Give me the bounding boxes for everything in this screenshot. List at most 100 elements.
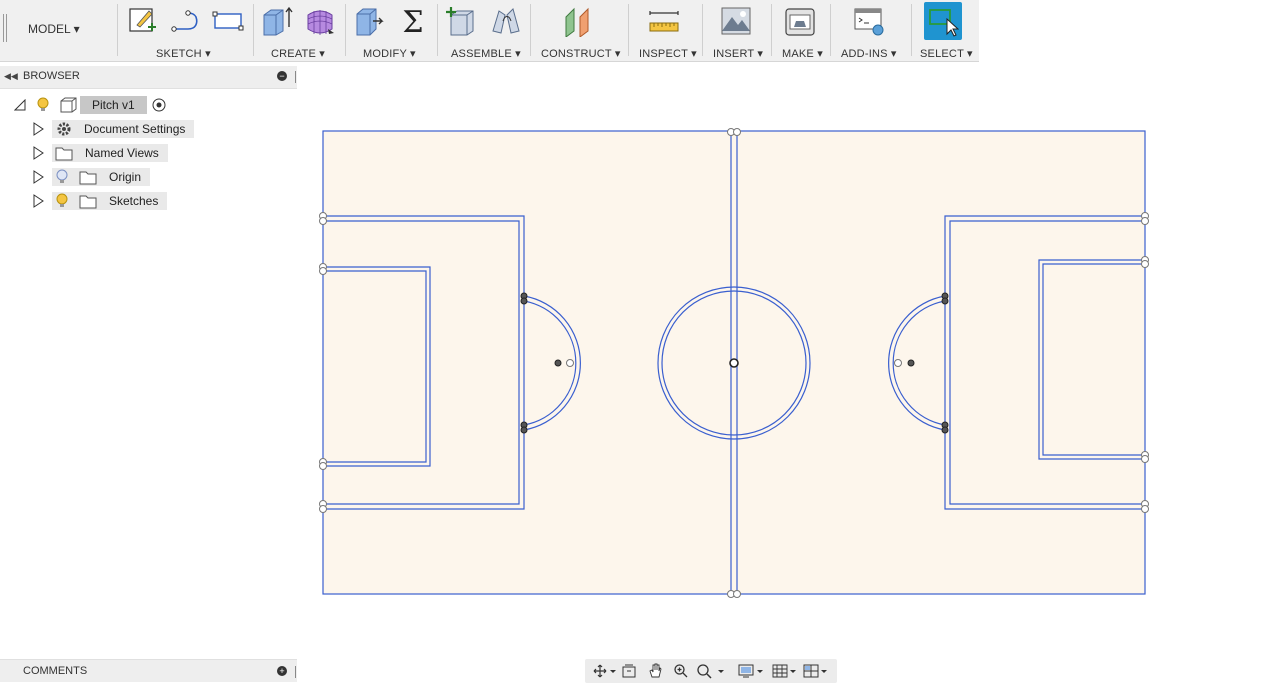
- new-component-tool[interactable]: [445, 4, 477, 38]
- rectangle-tool[interactable]: [212, 4, 244, 38]
- viewports-icon: [803, 664, 827, 678]
- sketch-point[interactable]: [894, 359, 902, 367]
- press-pull-tool[interactable]: [352, 4, 384, 38]
- extrude-icon: [263, 6, 293, 36]
- 3d-print-tool[interactable]: [784, 4, 816, 38]
- create-menu[interactable]: CREATE ▾: [271, 47, 325, 60]
- display-settings-icon: [738, 664, 763, 678]
- visibility-bulb-icon[interactable]: [55, 193, 69, 209]
- inspect-menu[interactable]: INSPECT ▾: [639, 47, 697, 60]
- create-sketch-icon: [129, 8, 156, 32]
- add-comment-button[interactable]: +: [277, 666, 287, 676]
- assemble-menu[interactable]: ASSEMBLE ▾: [451, 47, 521, 60]
- sketch-point-fixed[interactable]: [520, 297, 528, 305]
- display-settings-button[interactable]: [737, 662, 767, 680]
- sketch-point[interactable]: [319, 267, 327, 275]
- sketch-point[interactable]: [319, 217, 327, 225]
- form-tool[interactable]: [304, 4, 336, 38]
- zoom-button[interactable]: [671, 662, 691, 680]
- measure-icon: [649, 11, 679, 32]
- browser-item-named-views[interactable]: Named Views: [32, 143, 168, 163]
- browser-panel: ◀◀ BROWSER −: [0, 66, 297, 89]
- orbit-icon: [593, 664, 616, 678]
- toolbar-grip[interactable]: [3, 14, 4, 42]
- browser-item-sketches[interactable]: Sketches: [32, 191, 168, 211]
- sketch-point-fixed[interactable]: [907, 359, 915, 367]
- modify-sigma-tool[interactable]: Σ: [397, 4, 429, 38]
- measure-tool[interactable]: [648, 4, 680, 38]
- expand-triangle-icon[interactable]: [32, 194, 44, 208]
- browser-item-label[interactable]: Sketches: [97, 192, 168, 210]
- sketch-point[interactable]: [319, 505, 327, 513]
- joint-tool[interactable]: [489, 4, 521, 38]
- sketch-point[interactable]: [319, 462, 327, 470]
- create-sketch-tool[interactable]: [127, 4, 159, 38]
- browser-item-label[interactable]: Document Settings: [72, 120, 195, 138]
- joint-icon: [492, 8, 520, 34]
- browser-item-origin[interactable]: Origin: [32, 167, 151, 187]
- offset-plane-tool[interactable]: [562, 4, 594, 38]
- browser-item-label[interactable]: Origin: [97, 168, 151, 186]
- visibility-bulb-off-icon[interactable]: [55, 169, 69, 185]
- zoom-window-icon: [697, 664, 724, 679]
- pan-button[interactable]: [645, 662, 665, 680]
- sketch-point[interactable]: [733, 590, 741, 598]
- sketch-canvas[interactable]: [300, 100, 1170, 620]
- sketch-point-fixed[interactable]: [941, 426, 949, 434]
- modify-menu[interactable]: MODIFY ▾: [363, 47, 416, 60]
- select-tool[interactable]: [924, 2, 962, 40]
- divider: [117, 4, 118, 56]
- expand-triangle-icon[interactable]: [32, 170, 44, 184]
- addins-menu[interactable]: ADD-INS ▾: [841, 47, 897, 60]
- workspace-switcher[interactable]: MODEL ▾: [28, 22, 80, 40]
- zoom-window-button[interactable]: [695, 662, 727, 680]
- new-component-icon: [446, 7, 474, 36]
- 3d-print-icon: [785, 8, 815, 36]
- component-icon: [60, 97, 77, 113]
- sketch-point-fixed[interactable]: [554, 359, 562, 367]
- visibility-bulb-icon[interactable]: [36, 97, 50, 113]
- sketch-point-fixed[interactable]: [941, 297, 949, 305]
- scripts-tool[interactable]: [853, 4, 885, 38]
- browser-root-row[interactable]: Pitch v1: [14, 95, 167, 115]
- insert-menu[interactable]: INSERT ▾: [713, 47, 763, 60]
- minimize-browser-button[interactable]: −: [277, 71, 287, 81]
- extrude-tool[interactable]: [261, 4, 293, 38]
- expand-triangle-icon[interactable]: [32, 122, 44, 136]
- look-at-button[interactable]: [619, 662, 639, 680]
- sigma-icon: Σ: [402, 5, 423, 37]
- offset-plane-icon: [565, 7, 589, 37]
- browser-item-label[interactable]: Named Views: [73, 144, 168, 162]
- expand-triangle-icon[interactable]: [32, 146, 44, 160]
- sketch-point[interactable]: [1141, 455, 1149, 463]
- panel-resize-handle[interactable]: [295, 666, 296, 678]
- make-menu[interactable]: MAKE ▾: [782, 47, 823, 60]
- line-tool[interactable]: [170, 4, 202, 38]
- insert-image-tool[interactable]: [720, 4, 752, 38]
- centre-spot[interactable]: [729, 358, 739, 368]
- sketch-point[interactable]: [566, 359, 574, 367]
- collapse-browser-icon[interactable]: ◀◀: [4, 71, 18, 82]
- activate-radio-icon[interactable]: [151, 97, 167, 113]
- sketch-point[interactable]: [1141, 505, 1149, 513]
- grid-settings-button[interactable]: [771, 662, 799, 680]
- browser-root-label[interactable]: Pitch v1: [80, 96, 147, 114]
- divider: [437, 4, 438, 56]
- orbit-button[interactable]: [591, 662, 617, 680]
- panel-resize-handle[interactable]: [295, 71, 296, 83]
- divider: [530, 4, 531, 56]
- sketch-point-fixed[interactable]: [520, 426, 528, 434]
- look-at-icon: [622, 664, 636, 678]
- divider: [830, 4, 831, 56]
- sketch-point[interactable]: [1141, 260, 1149, 268]
- viewports-button[interactable]: [801, 662, 831, 680]
- line-icon: [171, 10, 198, 32]
- sketch-point[interactable]: [733, 128, 741, 136]
- construct-menu[interactable]: CONSTRUCT ▾: [541, 47, 621, 60]
- expanded-triangle-icon[interactable]: [14, 99, 26, 111]
- select-menu[interactable]: SELECT ▾: [920, 47, 973, 60]
- sketch-menu[interactable]: SKETCH ▾: [156, 47, 211, 60]
- browser-item-document-settings[interactable]: Document Settings: [32, 119, 195, 139]
- form-icon: [307, 10, 334, 35]
- sketch-point[interactable]: [1141, 217, 1149, 225]
